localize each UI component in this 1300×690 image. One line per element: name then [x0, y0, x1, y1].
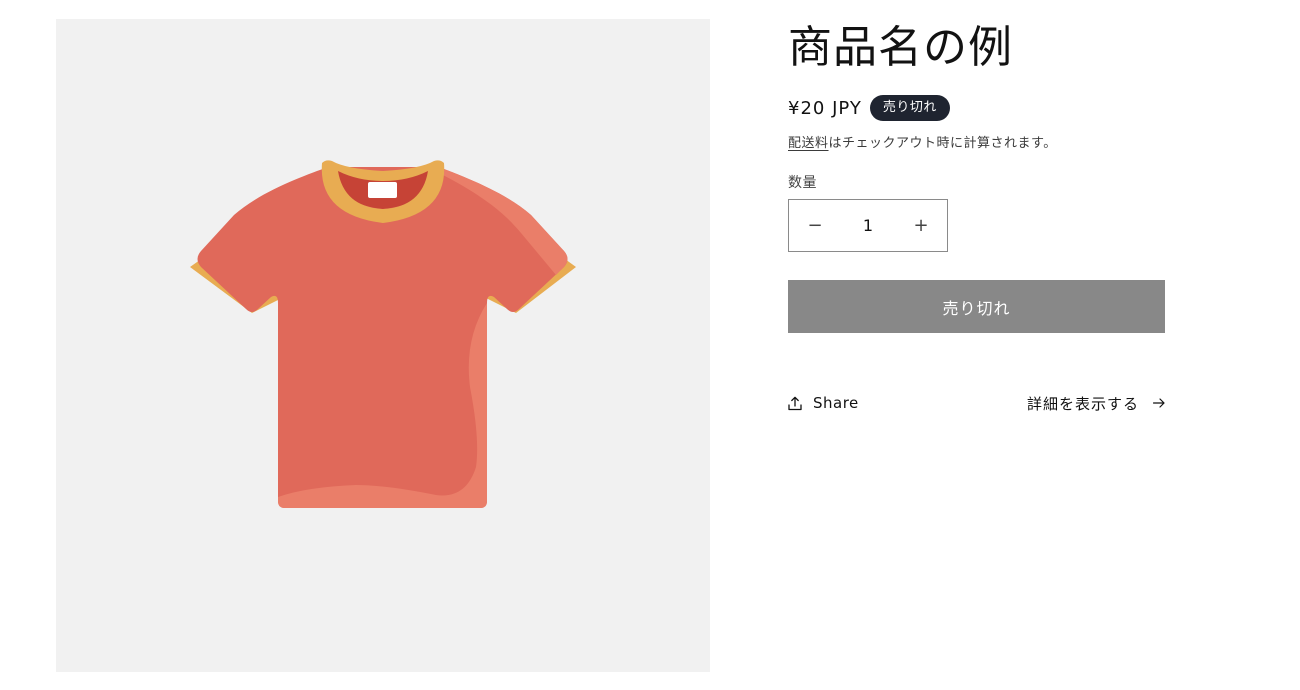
shipping-note: 配送料はチェックアウト時に計算されます。 — [788, 132, 1057, 151]
quantity-stepper: − 1 + — [788, 199, 948, 252]
tshirt-icon — [190, 160, 576, 508]
sold-out-badge: 売り切れ — [869, 95, 950, 121]
share-icon — [788, 396, 802, 410]
product-price: ¥20 JPY — [788, 97, 862, 119]
view-details-label: 詳細を表示する — [1026, 394, 1139, 413]
sold-out-button[interactable]: 売り切れ — [788, 280, 1165, 333]
share-label: Share — [813, 394, 859, 412]
price-row: ¥20 JPY 売り切れ — [788, 94, 950, 122]
shipping-text: はチェックアウト時に計算されます。 — [828, 136, 1057, 151]
quantity-decrease-button[interactable]: − — [789, 200, 841, 251]
shipping-policy-link[interactable]: 配送料 — [788, 136, 829, 151]
view-details-link[interactable]: 詳細を表示する — [1027, 392, 1165, 414]
quantity-increase-button[interactable]: + — [895, 200, 947, 251]
product-page: 商品名の例 ¥20 JPY 売り切れ 配送料はチェックアウト時に計算されます。 … — [0, 0, 1300, 690]
quantity-input[interactable]: 1 — [841, 216, 895, 235]
product-title: 商品名の例 — [788, 22, 1013, 73]
quantity-label: 数量 — [788, 175, 817, 191]
share-button[interactable]: Share — [788, 392, 859, 414]
arrow-right-icon — [1153, 398, 1165, 408]
product-media[interactable] — [56, 19, 710, 672]
